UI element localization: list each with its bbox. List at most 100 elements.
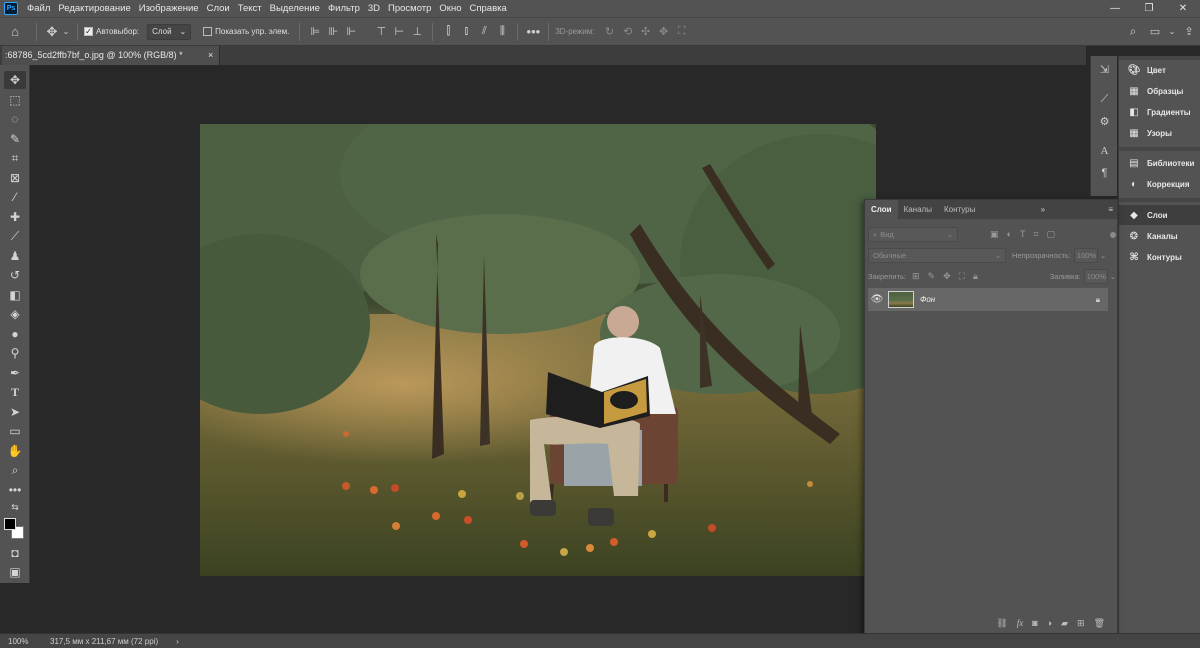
pen-tool-icon[interactable]: ✒ [4, 364, 26, 382]
align-vcenter-icon[interactable]: ⊢ [390, 25, 408, 38]
close-tab-icon[interactable]: × [208, 46, 213, 65]
panel-channels[interactable]: ❂ Каналы [1119, 226, 1200, 246]
menu-image[interactable]: Изображение [135, 3, 203, 14]
align-left-icon[interactable]: ⊫ [306, 25, 324, 38]
3d-orbit-icon[interactable]: ↻ [601, 25, 619, 38]
path-select-tool-icon[interactable]: ➤ [4, 403, 26, 421]
blend-mode-dropdown[interactable]: Обычные ⌄ [868, 248, 1006, 263]
panel-paths[interactable]: ⌘ Контуры [1119, 247, 1200, 267]
new-layer-icon[interactable]: ⊞ [1077, 618, 1085, 629]
dodge-tool-icon[interactable]: ⚲ [4, 344, 26, 362]
swap-colors-icon[interactable]: ⇆ [4, 501, 26, 513]
healing-brush-tool-icon[interactable]: ✚ [4, 208, 26, 226]
marquee-tool-icon[interactable]: ⬚ [4, 91, 26, 109]
lasso-tool-icon[interactable]: ◌ [4, 110, 26, 128]
frame-tool-icon[interactable]: ⊠ [4, 169, 26, 187]
distribute-top-icon[interactable]: ⫿ [439, 25, 457, 38]
menu-layers[interactable]: Слои [203, 3, 234, 14]
autoselect-checkbox[interactable]: ✓ [84, 27, 93, 36]
delete-layer-icon[interactable]: 🗑︎ [1094, 618, 1105, 629]
paint-bucket-tool-icon[interactable]: ◈ [4, 305, 26, 323]
history-panel-icon[interactable]: ⇲ [1095, 60, 1114, 78]
add-mask-icon[interactable]: ◙ [1032, 618, 1037, 628]
opacity-input[interactable]: 100% [1073, 248, 1098, 263]
align-bottom-icon[interactable]: ⊥ [408, 25, 426, 38]
menu-window[interactable]: Окно [435, 3, 465, 14]
3d-roll-icon[interactable]: ⟲ [619, 25, 637, 38]
layer-name[interactable]: Фон [920, 295, 935, 304]
menu-3d[interactable]: 3D [364, 3, 384, 14]
filter-toggle-icon[interactable] [1110, 231, 1116, 238]
panel-color[interactable]: 🎨︎ Цвет [1119, 60, 1200, 80]
menu-type[interactable]: Текст [234, 3, 266, 14]
panel-libraries[interactable]: ▤ Библиотеки [1119, 153, 1200, 173]
tab-layers[interactable]: Слои [865, 200, 898, 219]
home-icon[interactable]: ⌂ [0, 24, 30, 39]
brush-tool-icon[interactable]: ⟋ [4, 227, 26, 245]
close-window-button[interactable]: ✕ [1166, 0, 1200, 17]
crop-tool-icon[interactable]: ⌗ [4, 149, 26, 167]
hand-tool-icon[interactable]: ✋ [4, 442, 26, 460]
quick-mask-icon[interactable]: ◘ [4, 544, 26, 562]
menu-edit[interactable]: Редактирование [54, 3, 134, 14]
screen-mode-icon[interactable]: ▣ [4, 563, 26, 581]
chevron-down-icon[interactable]: ⌄ [61, 27, 71, 36]
panel-gradients[interactable]: ◧ Градиенты [1119, 102, 1200, 122]
document-canvas-image[interactable] [200, 124, 876, 576]
properties-icon[interactable]: ⚙ [1095, 112, 1114, 130]
chevron-down-icon[interactable]: ⌄ [1110, 272, 1116, 281]
history-brush-tool-icon[interactable]: ↺ [4, 266, 26, 284]
stamp-tool-icon[interactable]: ♟ [4, 247, 26, 265]
layer-style-icon[interactable]: fx [1017, 618, 1024, 628]
menu-select[interactable]: Выделение [266, 3, 324, 14]
panel-layers[interactable]: ◆ Слои [1119, 205, 1200, 225]
link-layers-icon[interactable]: ⛓ [996, 618, 1007, 629]
workspace-icon[interactable]: ▭ [1144, 25, 1166, 38]
3d-scale-icon[interactable]: ⛶ [673, 25, 691, 38]
tab-channels[interactable]: Каналы [898, 200, 938, 219]
type-tool-icon[interactable]: T [4, 383, 26, 401]
document-tab[interactable]: :68786_5cd2ffb7bf_o.jpg @ 100% (RGB/8) *… [2, 46, 220, 65]
3d-slide-icon[interactable]: ✥ [655, 25, 673, 38]
tab-paths[interactable]: Контуры [938, 200, 981, 219]
align-top-icon[interactable]: ⊤ [372, 25, 390, 38]
maximize-button[interactable]: ❐ [1132, 0, 1166, 17]
eraser-tool-icon[interactable]: ◧ [4, 286, 26, 304]
eye-icon[interactable]: 👁︎ [868, 294, 886, 305]
layer-kind-filter[interactable]: ⌕ Вид ⌄ [868, 227, 958, 242]
more-options-icon[interactable]: ••• [524, 24, 542, 39]
zoom-level[interactable]: 100% [8, 637, 38, 646]
move-tool-icon[interactable]: ✥ [43, 24, 61, 40]
paragraph-panel-icon[interactable]: ¶ [1095, 164, 1114, 182]
fill-input[interactable]: 100% [1083, 269, 1108, 284]
autoselect-target-dropdown[interactable]: Слой ⌄ [147, 23, 192, 40]
panel-swatches[interactable]: ▦ Образцы [1119, 81, 1200, 101]
menu-help[interactable]: Справка [466, 3, 511, 14]
align-right-icon[interactable]: ⊩ [342, 25, 360, 38]
quick-select-tool-icon[interactable]: ✎ [4, 130, 26, 148]
minimize-button[interactable]: — [1098, 0, 1132, 17]
align-hcenter-icon[interactable]: ⊪ [324, 25, 342, 38]
chevron-down-icon[interactable]: ⌄ [1100, 251, 1106, 260]
menu-view[interactable]: Просмотр [384, 3, 435, 14]
search-icon[interactable]: ⌕ [1122, 24, 1144, 39]
eyedropper-tool-icon[interactable]: ⁄ [4, 188, 26, 206]
blur-tool-icon[interactable]: ● [4, 325, 26, 343]
show-transform-checkbox[interactable] [203, 27, 213, 36]
adjustment-layer-icon[interactable]: ◑ [1047, 618, 1052, 628]
menu-filter[interactable]: Фильтр [324, 3, 364, 14]
foreground-color-swatch[interactable] [4, 518, 16, 530]
panel-menu-icon[interactable]: ≡ [1104, 200, 1117, 219]
new-group-icon[interactable]: ▰ [1061, 618, 1068, 629]
panel-patterns[interactable]: ▦ Узоры [1119, 123, 1200, 143]
move-tool-icon[interactable]: ✥ [4, 71, 26, 89]
3d-pan-icon[interactable]: ✣ [637, 25, 655, 38]
zoom-tool-icon[interactable]: ⌕ [4, 461, 26, 479]
layer-row[interactable]: 👁︎ Фон 🔒︎ [868, 288, 1108, 311]
distribute-vcenter-icon[interactable]: ⫾ [457, 25, 475, 38]
status-menu-arrow-icon[interactable]: › [176, 637, 179, 646]
distribute-bottom-icon[interactable]: ⫽ [475, 25, 493, 38]
collapse-panel-icon[interactable]: » [1037, 200, 1049, 219]
rectangle-tool-icon[interactable]: ▭ [4, 422, 26, 440]
menu-file[interactable]: Файл [23, 3, 54, 14]
